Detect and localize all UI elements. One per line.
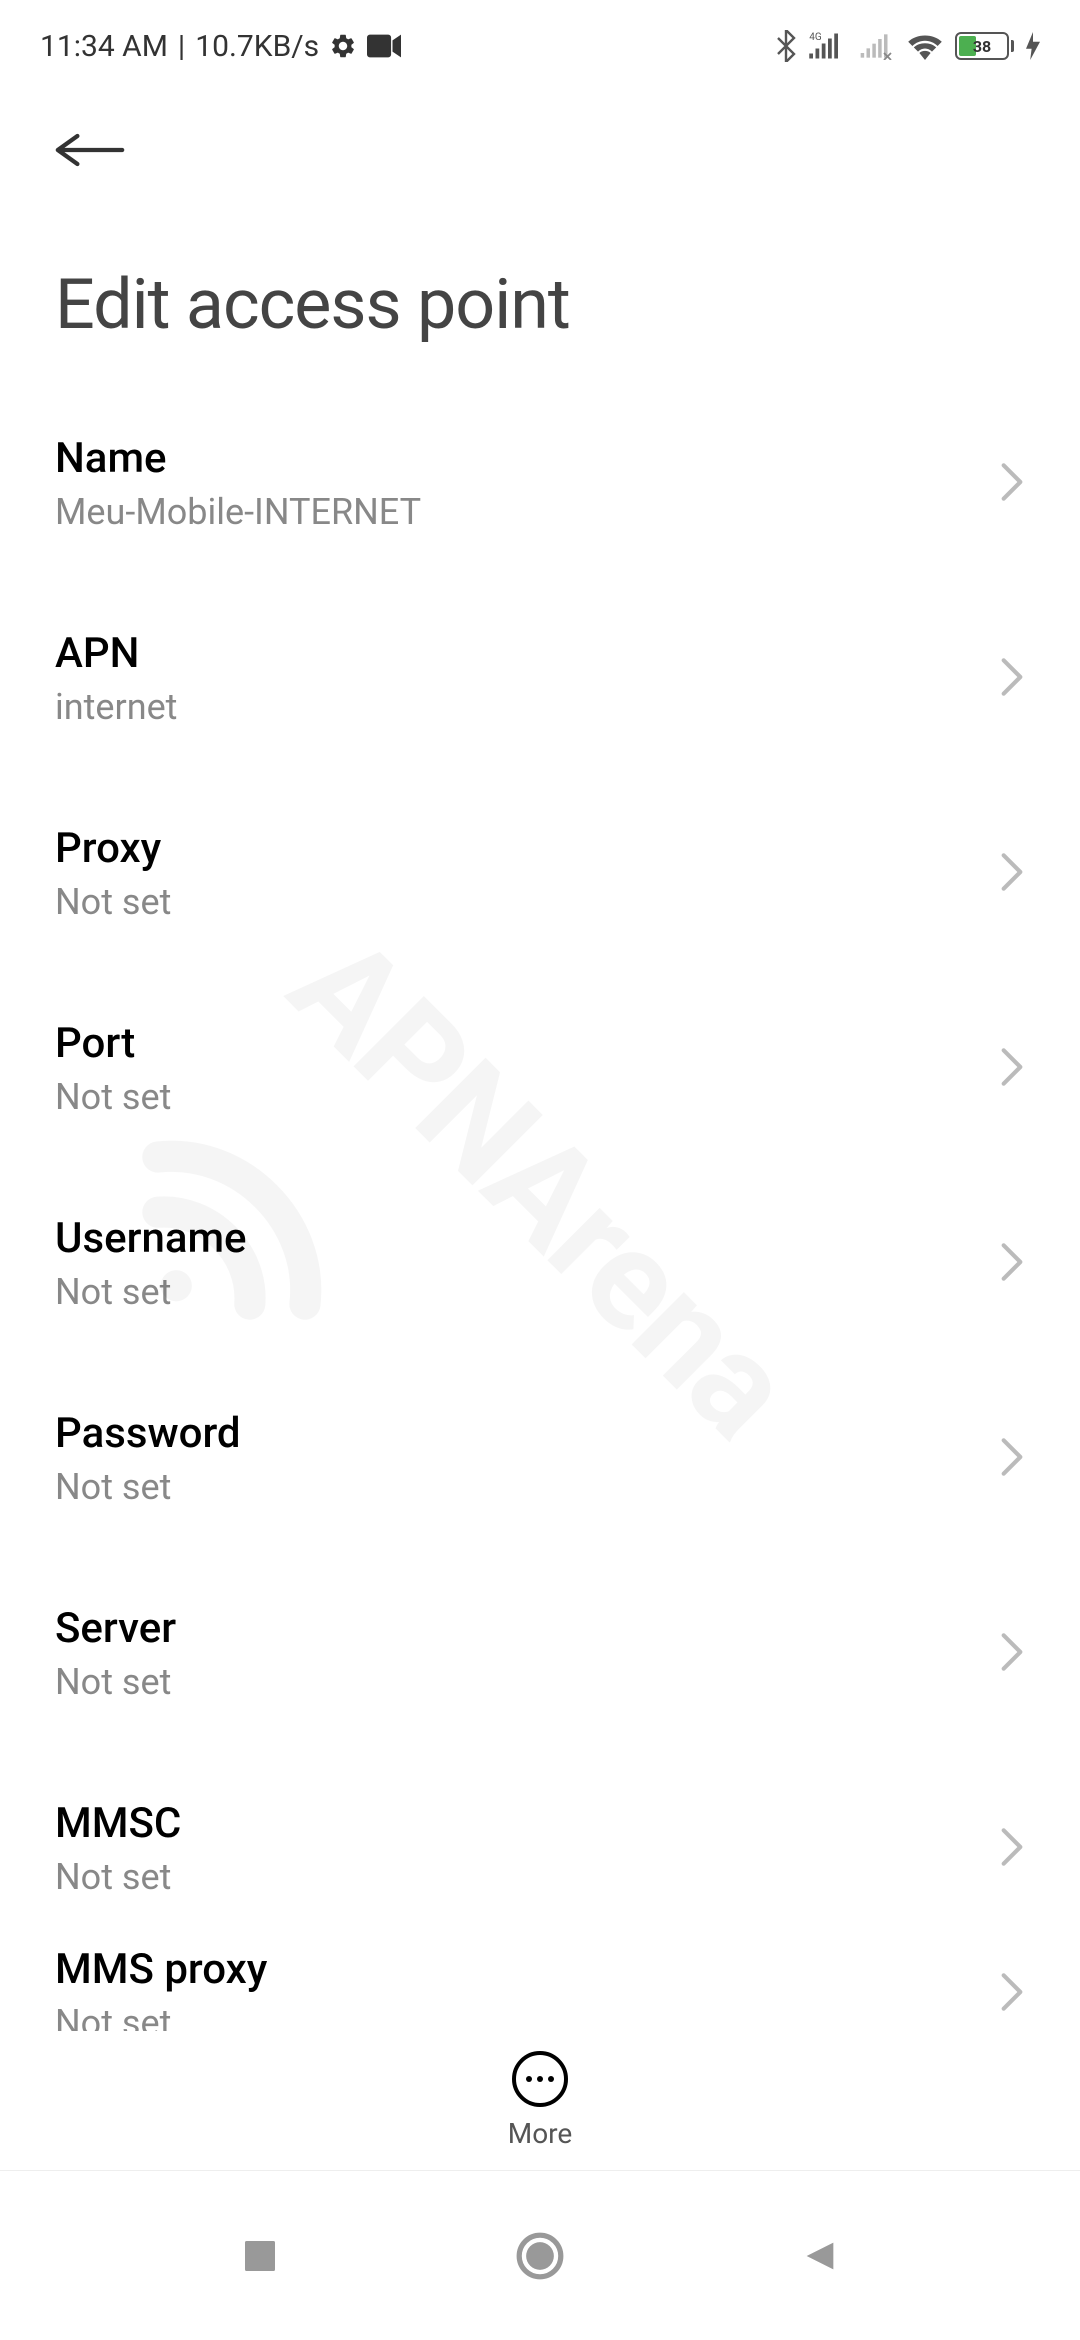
- setting-row-server[interactable]: Server Not set: [55, 1556, 1025, 1751]
- camera-icon: [367, 34, 401, 58]
- chevron-right-icon: [999, 1047, 1025, 1091]
- more-label: More: [508, 2117, 573, 2150]
- status-divider: |: [178, 29, 185, 64]
- nav-recent-button[interactable]: [210, 2206, 310, 2306]
- status-data-rate: 10.7KB/s: [195, 29, 319, 64]
- svg-text:4G: 4G: [809, 32, 822, 43]
- setting-label: Username: [55, 1214, 979, 1263]
- setting-value: Not set: [55, 1466, 979, 1508]
- setting-label: Name: [55, 434, 979, 483]
- setting-row-port[interactable]: Port Not set: [55, 971, 1025, 1166]
- setting-value: internet: [55, 686, 979, 728]
- bottom-toolbar: More: [0, 2031, 1080, 2170]
- setting-row-mmsc[interactable]: MMSC Not set: [55, 1751, 1025, 1946]
- chevron-right-icon: [999, 1242, 1025, 1286]
- setting-label: Port: [55, 1019, 979, 1068]
- status-right: 4G 38: [775, 30, 1040, 62]
- setting-row-password[interactable]: Password Not set: [55, 1361, 1025, 1556]
- setting-label: MMSC: [55, 1799, 979, 1848]
- more-icon: [512, 2051, 568, 2107]
- setting-label: MMS proxy: [55, 1946, 979, 1994]
- setting-label: Password: [55, 1409, 979, 1458]
- status-left: 11:34 AM | 10.7KB/s: [40, 29, 401, 64]
- chevron-right-icon: [999, 1972, 1025, 2016]
- setting-row-username[interactable]: Username Not set: [55, 1166, 1025, 1361]
- chevron-right-icon: [999, 1437, 1025, 1481]
- setting-value: Meu-Mobile-INTERNET: [55, 491, 979, 533]
- status-bar: 11:34 AM | 10.7KB/s 4G 38: [0, 0, 1080, 80]
- chevron-right-icon: [999, 1632, 1025, 1676]
- setting-row-proxy[interactable]: Proxy Not set: [55, 776, 1025, 971]
- signal-4g-icon: 4G: [809, 31, 847, 61]
- setting-value: Not set: [55, 1856, 979, 1898]
- setting-value: Not set: [55, 1076, 979, 1118]
- chevron-right-icon: [999, 657, 1025, 701]
- bluetooth-icon: [775, 30, 797, 62]
- setting-value: Not set: [55, 881, 979, 923]
- settings-icon: [329, 32, 357, 60]
- nav-bar: [0, 2170, 1080, 2340]
- page-title: Edit access point: [0, 204, 1080, 386]
- header: [0, 80, 1080, 204]
- settings-list: Name Meu-Mobile-INTERNET APN internet Pr…: [0, 386, 1080, 2042]
- charging-icon: [1026, 32, 1040, 60]
- more-button[interactable]: More: [508, 2051, 573, 2150]
- setting-value: Not set: [55, 1271, 979, 1313]
- setting-value: Not set: [55, 1661, 979, 1703]
- battery-percent: 38: [957, 37, 1007, 56]
- status-time: 11:34 AM: [40, 29, 168, 64]
- chevron-right-icon: [999, 852, 1025, 896]
- chevron-right-icon: [999, 1827, 1025, 1871]
- wifi-icon: [907, 32, 943, 60]
- setting-row-mms-proxy[interactable]: MMS proxy Not set: [55, 1946, 1025, 2042]
- setting-row-apn[interactable]: APN internet: [55, 581, 1025, 776]
- setting-label: Proxy: [55, 824, 979, 873]
- setting-label: Server: [55, 1604, 979, 1653]
- setting-label: APN: [55, 629, 979, 678]
- battery-indicator: 38: [955, 32, 1014, 60]
- setting-row-name[interactable]: Name Meu-Mobile-INTERNET: [55, 386, 1025, 581]
- nav-back-button[interactable]: [770, 2206, 870, 2306]
- nav-home-button[interactable]: [490, 2206, 590, 2306]
- chevron-right-icon: [999, 462, 1025, 506]
- back-button[interactable]: [55, 120, 125, 184]
- signal-bars-icon: [859, 32, 895, 60]
